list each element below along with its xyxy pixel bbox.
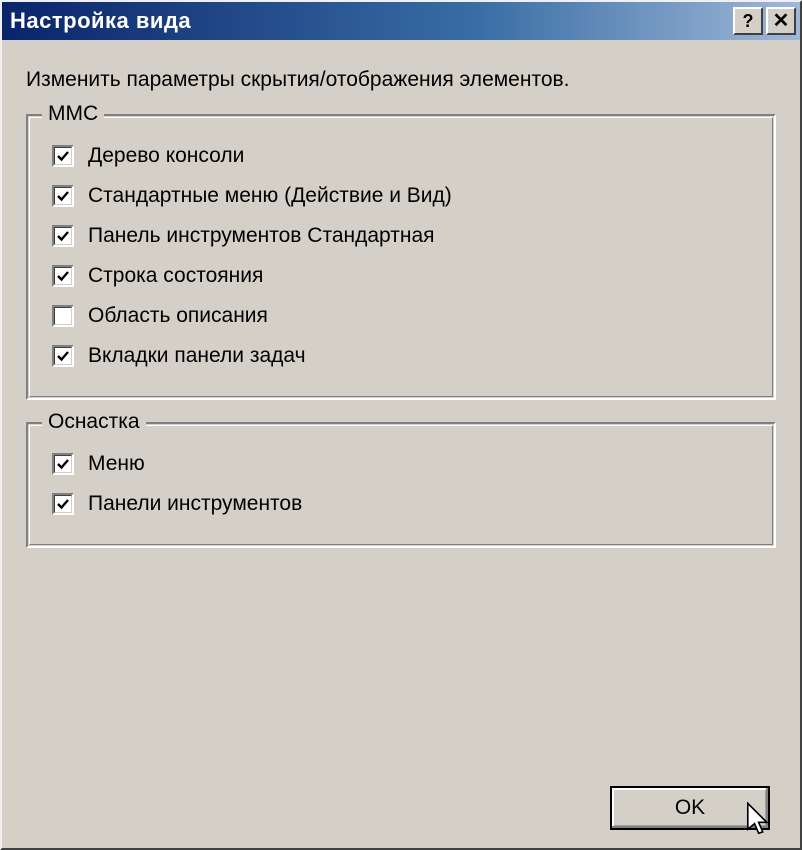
checkbox-standard-toolbar[interactable] — [52, 225, 74, 247]
help-button[interactable]: ? — [733, 7, 763, 35]
close-button[interactable]: ✕ — [766, 7, 796, 35]
group-legend-snapin: Оснастка — [42, 410, 146, 434]
checkbox-snapin-toolbars[interactable] — [52, 493, 74, 515]
option-row: Панель инструментов Стандартная — [52, 224, 756, 248]
option-label: Вкладки панели задач — [88, 344, 306, 368]
option-label: Дерево консоли — [88, 144, 244, 168]
ok-button-label: OK — [675, 796, 705, 820]
option-label: Стандартные меню (Действие и Вид) — [88, 184, 452, 208]
button-row: OK — [26, 786, 776, 830]
option-row: Дерево консоли — [52, 144, 756, 168]
option-row: Стандартные меню (Действие и Вид) — [52, 184, 756, 208]
group-snapin: Оснастка Меню Панели инструментов — [26, 422, 776, 548]
option-label: Панели инструментов — [88, 492, 302, 516]
checkbox-taskbar-tabs[interactable] — [52, 345, 74, 367]
dialog-content: Изменить параметры скрытия/отображения э… — [2, 40, 800, 848]
group-mmc: MMC Дерево консоли Стандартные меню (Дей… — [26, 114, 776, 400]
close-icon: ✕ — [773, 11, 790, 31]
checkbox-console-tree[interactable] — [52, 145, 74, 167]
titlebar: Настройка вида ? ✕ — [2, 2, 800, 40]
window-title: Настройка вида — [10, 8, 730, 34]
checkbox-standard-menus[interactable] — [52, 185, 74, 207]
option-label: Меню — [88, 452, 145, 476]
option-row: Вкладки панели задач — [52, 344, 756, 368]
option-row: Панели инструментов — [52, 492, 756, 516]
instruction-text: Изменить параметры скрытия/отображения э… — [26, 68, 776, 92]
option-row: Область описания — [52, 304, 756, 328]
option-row: Строка состояния — [52, 264, 756, 288]
option-row: Меню — [52, 452, 756, 476]
checkbox-description-area[interactable] — [52, 305, 74, 327]
dialog-window: Настройка вида ? ✕ Изменить параметры ск… — [0, 0, 802, 850]
checkbox-status-bar[interactable] — [52, 265, 74, 287]
group-legend-mmc: MMC — [42, 102, 104, 126]
option-label: Панель инструментов Стандартная — [88, 224, 435, 248]
help-icon: ? — [743, 11, 754, 32]
ok-button[interactable]: OK — [610, 786, 770, 830]
option-label: Область описания — [88, 304, 268, 328]
checkbox-snapin-menu[interactable] — [52, 453, 74, 475]
option-label: Строка состояния — [88, 264, 263, 288]
